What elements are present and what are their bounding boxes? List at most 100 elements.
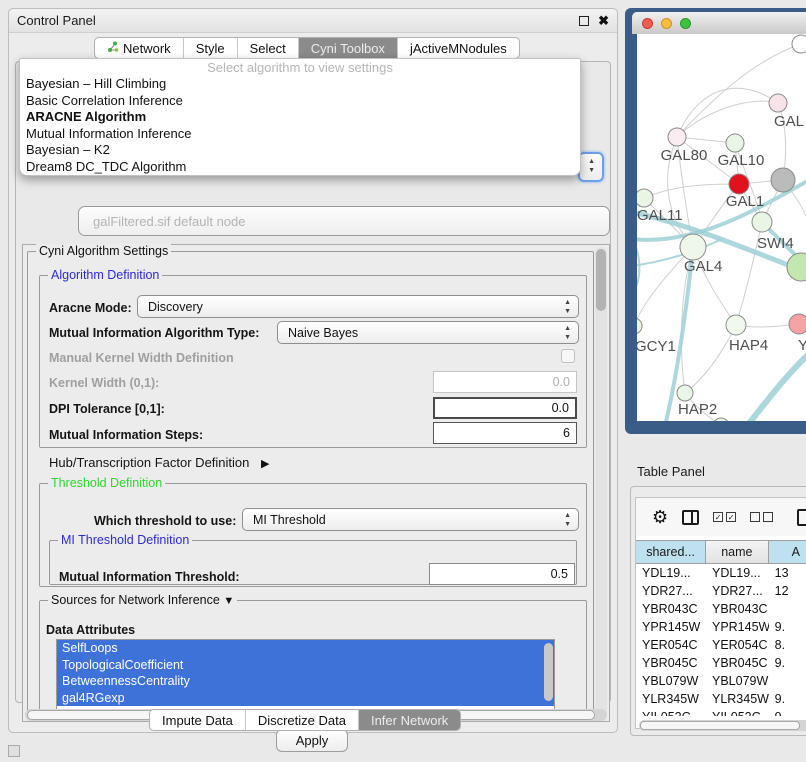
close-traffic-light-icon[interactable] <box>642 18 653 29</box>
table-cell: YIL052C <box>706 708 769 716</box>
tab-style[interactable]: Style <box>184 38 238 58</box>
table-row[interactable]: YIL052CYIL052C9 <box>636 708 806 716</box>
attribute-list-item[interactable]: BetweennessCentrality <box>57 673 554 690</box>
network-edge[interactable] <box>677 88 778 137</box>
mi-steps-label: Mutual Information Steps: <box>49 428 203 442</box>
network-node[interactable] <box>713 418 729 421</box>
network-node-gal1[interactable] <box>729 174 749 194</box>
tab-select[interactable]: Select <box>238 38 299 58</box>
table-cell: YBR045C <box>706 654 769 672</box>
network-canvas[interactable]: GALGAL80GAL10GAL1GAL11SWI4GAL4GCY1HAP4YH… <box>637 34 806 421</box>
table-cell: YDL19... <box>636 564 706 582</box>
which-threshold-combobox[interactable]: MI Threshold ▲▼ <box>242 508 579 531</box>
table-row[interactable]: YBR043CYBR043C <box>636 600 806 618</box>
sources-group-title[interactable]: Sources for Network Inference ▼ <box>48 593 237 607</box>
table-cell: YPR145W <box>706 618 769 636</box>
float-window-icon[interactable] <box>579 16 589 26</box>
settings-vertical-scrollbar[interactable] <box>595 247 607 719</box>
table-horizontal-scrollbar[interactable] <box>639 720 806 731</box>
dropdown-item[interactable]: Mutual Information Inference <box>20 126 580 143</box>
scrollbar-thumb[interactable] <box>596 249 606 311</box>
deselect-all-checkboxes-icon[interactable] <box>750 512 773 522</box>
network-node-swi4[interactable] <box>752 212 772 232</box>
hub-definition-expander[interactable]: Hub/Transcription Factor Definition ▶ <box>49 455 269 470</box>
aracne-mode-combobox[interactable]: Discovery ▲▼ <box>137 295 579 318</box>
network-node-gal11[interactable] <box>637 189 653 207</box>
node-label: GAL <box>774 113 804 130</box>
control-panel-tabs: NetworkStyleSelectCyni Toolbox jActiveMNo… <box>94 37 520 59</box>
list-vertical-scrollbar[interactable] <box>544 643 553 701</box>
attribute-list-item[interactable]: TopologicalCoefficient <box>57 657 554 674</box>
network-node-gal80[interactable] <box>668 128 686 146</box>
network-node-gal10[interactable] <box>726 134 744 152</box>
attribute-list-item[interactable]: gal4RGexp <box>57 690 554 707</box>
manual-kernel-width-checkbox[interactable] <box>561 349 575 363</box>
mi-threshold-field[interactable]: 0.5 <box>429 563 575 585</box>
zoom-traffic-light-icon[interactable] <box>680 18 691 29</box>
network-edge[interactable] <box>677 101 778 137</box>
tab-discretize-data[interactable]: Discretize Data <box>246 710 359 730</box>
group-title: Threshold Definition <box>48 476 165 490</box>
tab-label: jActiveMNodules <box>410 41 507 56</box>
table-cell: YER054C <box>706 636 769 654</box>
collapsed-panel-icon[interactable] <box>8 745 20 757</box>
group-title: MI Threshold Definition <box>58 533 192 547</box>
table-panel-title: Table Panel <box>637 464 705 479</box>
table-row[interactable]: YLR345WYLR345W9. <box>636 690 806 708</box>
network-node-gal4[interactable] <box>680 234 706 260</box>
mi-algorithm-type-combobox[interactable]: Naive Bayes ▲▼ <box>277 321 579 344</box>
data-attributes-list[interactable]: SelfLoopsTopologicalCoefficientBetweenne… <box>56 639 555 710</box>
dropdown-item[interactable]: Bayesian – Hill Climbing <box>20 76 580 93</box>
network-node[interactable] <box>771 168 795 192</box>
mi-steps-field[interactable]: 6 <box>433 422 577 444</box>
network-edge-highlighted[interactable] <box>637 240 640 296</box>
data-attributes-label: Data Attributes <box>46 623 135 637</box>
kernel-width-value: 0.0 <box>553 375 570 389</box>
dropdown-item[interactable]: Dream8 DC_TDC Algorithm <box>20 159 580 176</box>
table-row[interactable]: YBR045CYBR045C9. <box>636 654 806 672</box>
scrollbar-thumb[interactable] <box>640 721 800 730</box>
minimize-traffic-light-icon[interactable] <box>661 18 672 29</box>
node-label: GAL10 <box>718 152 765 169</box>
network-node-hap2[interactable] <box>677 385 693 401</box>
document-icon[interactable] <box>797 509 806 526</box>
table-row[interactable]: YPR145WYPR145W9. <box>636 618 806 636</box>
attribute-list-item[interactable]: SelfLoops <box>57 640 554 657</box>
column-header[interactable]: name <box>706 540 769 564</box>
tab-impute-data[interactable]: Impute Data <box>150 710 246 730</box>
network-node[interactable] <box>792 35 806 53</box>
close-icon[interactable]: ✖ <box>598 16 609 26</box>
algorithm-combobox-arrow[interactable]: ▲▼ <box>578 152 604 182</box>
network-selector-combobox[interactable]: galFiltered.sif default node <box>78 206 610 236</box>
network-edge[interactable] <box>644 184 739 198</box>
dropdown-item[interactable]: Bayesian – K2 <box>20 142 580 159</box>
dropdown-item[interactable]: ARACNE Algorithm <box>20 109 580 126</box>
tab-cyni-toolbox[interactable]: Cyni Toolbox <box>299 38 398 58</box>
network-edge-highlighted[interactable] <box>747 352 806 421</box>
column-header[interactable]: shared... <box>636 540 706 564</box>
kernel-width-field[interactable]: 0.0 <box>433 371 577 393</box>
table-row[interactable]: YDL19...YDL19...13 <box>636 564 806 582</box>
apply-button[interactable]: Apply <box>276 729 348 752</box>
node-label: GCY1 <box>637 338 676 355</box>
table-row[interactable]: YDR27...YDR27...12 <box>636 582 806 600</box>
tab-infer-network[interactable]: Infer Network <box>359 710 460 730</box>
network-node-y[interactable] <box>789 314 806 334</box>
table-row[interactable]: YER054CYER054C8. <box>636 636 806 654</box>
dpi-tolerance-field[interactable]: 0.0 <box>433 397 577 419</box>
settings-gear-icon[interactable]: ⚙ <box>652 507 668 528</box>
network-icon <box>107 41 119 56</box>
network-node-hap4[interactable] <box>726 315 746 335</box>
dropdown-item[interactable]: Basic Correlation Inference <box>20 93 580 110</box>
tab-jactivemnodules[interactable]: jActiveMNodules <box>398 38 519 58</box>
select-all-checkboxes-icon[interactable]: ✓✓ <box>713 512 736 522</box>
network-node-gcy1[interactable] <box>637 318 642 334</box>
network-edge[interactable] <box>685 325 736 393</box>
tab-network[interactable]: Network <box>95 38 184 58</box>
network-node[interactable] <box>787 253 806 281</box>
table-row[interactable]: YBL079WYBL079W <box>636 672 806 690</box>
split-columns-icon[interactable] <box>682 510 699 525</box>
mi-threshold-value: 0.5 <box>551 567 568 581</box>
column-header[interactable]: A <box>769 540 806 564</box>
network-node-gal[interactable] <box>769 94 787 112</box>
